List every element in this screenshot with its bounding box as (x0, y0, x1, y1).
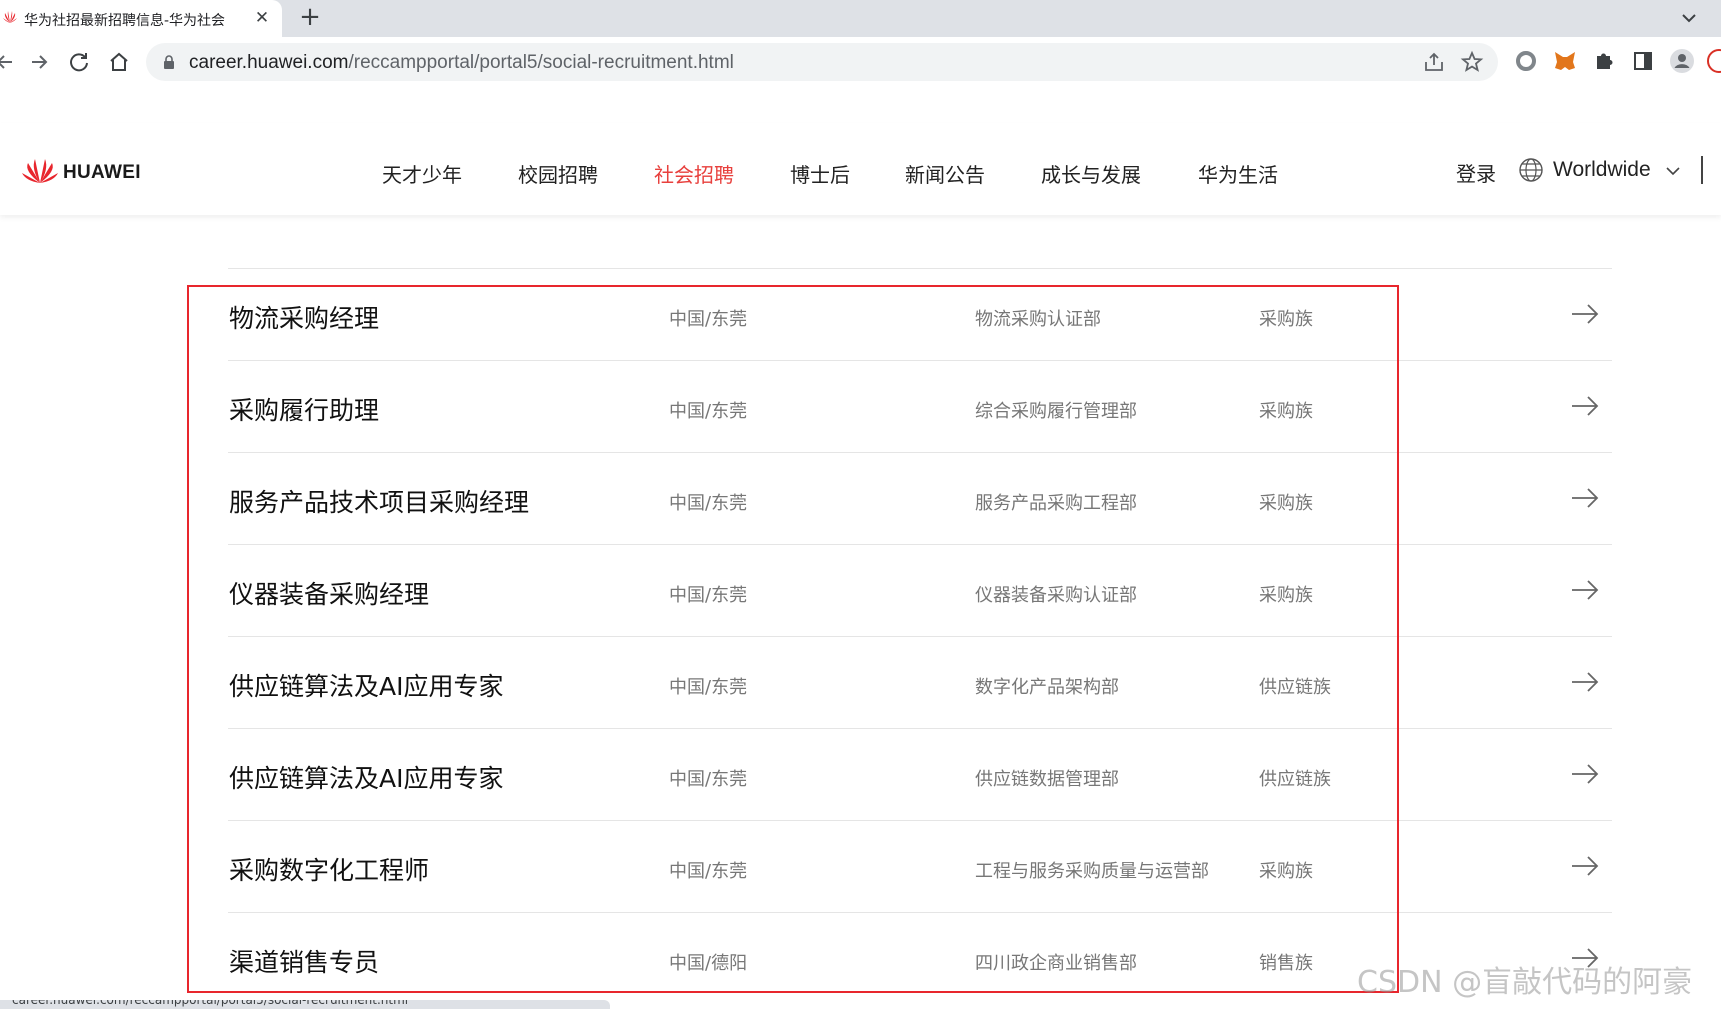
nav-genius-youth[interactable]: 天才少年 (382, 159, 462, 188)
job-location: 中国/东莞 (669, 769, 748, 790)
arrow-right-icon[interactable] (1570, 670, 1600, 694)
job-title[interactable]: 仪器装备采购经理 (229, 575, 429, 611)
globe-icon[interactable] (1518, 157, 1544, 183)
chevron-down-icon[interactable] (1665, 163, 1681, 179)
metamask-fox-icon[interactable] (1552, 48, 1578, 74)
job-row[interactable]: 物流采购经理 中国/东莞 物流采购认证部 采购族 (228, 268, 1612, 360)
nav-growth[interactable]: 成长与发展 (1041, 159, 1141, 188)
arrow-right-icon[interactable] (1570, 394, 1600, 418)
arrow-right-icon[interactable] (1570, 578, 1600, 602)
job-title[interactable]: 物流采购经理 (229, 299, 379, 335)
job-location: 中国/东莞 (669, 493, 748, 514)
nav-huawei-life[interactable]: 华为生活 (1198, 159, 1278, 188)
status-bubble: career.huawei.com/reccampportal/portal5/… (0, 1000, 610, 1009)
job-family: 采购族 (1259, 493, 1313, 514)
job-location: 中国/东莞 (669, 677, 748, 698)
forward-arrow-icon[interactable] (26, 49, 52, 75)
reload-icon[interactable] (66, 49, 92, 75)
huawei-logo[interactable]: HUAWEI (20, 157, 150, 185)
job-department: 四川政企商业销售部 (975, 953, 1137, 974)
job-location: 中国/东莞 (669, 861, 748, 882)
arrow-right-icon[interactable] (1570, 486, 1600, 510)
job-family: 采购族 (1259, 861, 1313, 882)
job-title[interactable]: 采购履行助理 (229, 391, 379, 427)
share-icon[interactable] (1422, 50, 1446, 74)
job-row[interactable]: 采购履行助理 中国/东莞 综合采购履行管理部 采购族 (228, 360, 1612, 452)
address-bar[interactable]: career.huawei.com/reccampportal/portal5/… (146, 43, 1498, 81)
job-family: 采购族 (1259, 401, 1313, 422)
job-location: 中国/东莞 (669, 585, 748, 606)
nav-news[interactable]: 新闻公告 (905, 159, 985, 188)
arrow-right-icon[interactable] (1570, 762, 1600, 786)
home-icon[interactable] (106, 49, 132, 75)
arrow-right-icon[interactable] (1570, 854, 1600, 878)
job-row[interactable]: 仪器装备采购经理 中国/东莞 仪器装备采购认证部 采购族 (228, 544, 1612, 636)
login-link[interactable]: 登录 (1456, 158, 1496, 187)
tab-search-chevron-icon[interactable] (1675, 4, 1703, 32)
job-family: 采购族 (1259, 585, 1313, 606)
job-row[interactable]: 供应链算法及AI应用专家 中国/东莞 数字化产品架构部 供应链族 (228, 636, 1612, 728)
extension-circle-icon[interactable] (1513, 48, 1539, 74)
browser-tab-strip: 华为社招最新招聘信息-华为社会 ✕ + (0, 0, 1721, 37)
site-header: HUAWEI 天才少年 校园招聘 社会招聘 博士后 新闻公告 成长与发展 华为生… (0, 123, 1721, 215)
job-title[interactable]: 供应链算法及AI应用专家 (229, 667, 503, 703)
job-department: 综合采购履行管理部 (975, 401, 1137, 422)
arrow-right-icon[interactable] (1570, 302, 1600, 326)
job-department: 物流采购认证部 (975, 309, 1101, 330)
side-panel-icon[interactable] (1630, 48, 1656, 74)
region-selector[interactable]: Worldwide (1553, 158, 1651, 182)
logo-wordmark: HUAWEI (63, 162, 141, 183)
browser-tab[interactable]: 华为社招最新招聘信息-华为社会 ✕ (0, 0, 282, 37)
job-family: 采购族 (1259, 309, 1313, 330)
update-badge-icon[interactable] (1706, 48, 1721, 74)
job-row[interactable]: 采购数字化工程师 中国/东莞 工程与服务采购质量与运营部 采购族 (228, 820, 1612, 912)
profile-avatar-icon[interactable] (1669, 48, 1695, 74)
browser-toolbar: career.huawei.com/reccampportal/portal5/… (0, 37, 1721, 87)
status-url-text: career.huawei.com/reccampportal/portal5/… (12, 1000, 409, 1007)
watermark: CSDN @盲敲代码的阿豪 (1357, 965, 1693, 1000)
job-title[interactable]: 渠道销售专员 (229, 943, 379, 979)
new-tab-button[interactable]: + (296, 4, 324, 32)
job-department: 数字化产品架构部 (975, 677, 1119, 698)
lock-icon[interactable] (162, 55, 176, 69)
job-department: 仪器装备采购认证部 (975, 585, 1137, 606)
huawei-petal-logo-icon (22, 159, 58, 183)
job-family: 供应链族 (1259, 677, 1331, 698)
job-location: 中国/东莞 (669, 401, 748, 422)
job-family: 销售族 (1259, 953, 1313, 974)
job-list: 物流采购经理 中国/东莞 物流采购认证部 采购族 采购履行助理 中国/东莞 综合… (228, 268, 1612, 1004)
nav-postdoc[interactable]: 博士后 (790, 159, 850, 188)
job-location: 中国/东莞 (669, 309, 748, 330)
tab-title: 华为社招最新招聘信息-华为社会 (24, 13, 226, 29)
job-title[interactable]: 供应链算法及AI应用专家 (229, 759, 503, 795)
bookmark-star-icon[interactable] (1460, 50, 1484, 74)
job-department: 供应链数据管理部 (975, 769, 1119, 790)
job-title[interactable]: 服务产品技术项目采购经理 (229, 483, 529, 519)
extensions-puzzle-icon[interactable] (1591, 48, 1617, 74)
header-divider (1701, 156, 1703, 184)
job-row[interactable]: 服务产品技术项目采购经理 中国/东莞 服务产品采购工程部 采购族 (228, 452, 1612, 544)
url-text[interactable]: career.huawei.com/reccampportal/portal5/… (189, 52, 734, 74)
job-location: 中国/德阳 (669, 953, 748, 974)
nav-campus-recruitment[interactable]: 校园招聘 (518, 159, 598, 188)
close-tab-icon[interactable]: ✕ (252, 8, 272, 28)
job-department: 服务产品采购工程部 (975, 493, 1137, 514)
huawei-favicon-icon (3, 11, 17, 23)
nav-social-recruitment[interactable]: 社会招聘 (654, 159, 734, 188)
job-family: 供应链族 (1259, 769, 1331, 790)
back-arrow-icon[interactable] (0, 49, 18, 75)
job-title[interactable]: 采购数字化工程师 (229, 851, 429, 887)
job-department: 工程与服务采购质量与运营部 (975, 861, 1209, 882)
job-row[interactable]: 供应链算法及AI应用专家 中国/东莞 供应链数据管理部 供应链族 (228, 728, 1612, 820)
